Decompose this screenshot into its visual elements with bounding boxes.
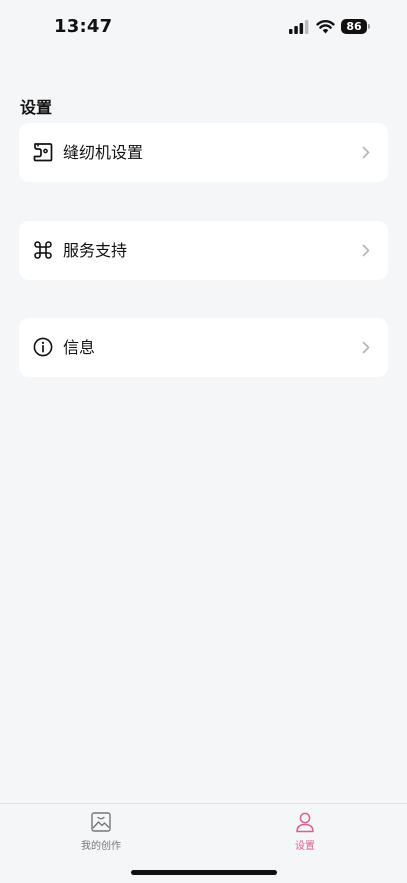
menu-item-label: 缝纫机设置 xyxy=(63,143,144,162)
wifi-icon xyxy=(316,20,335,34)
battery-tip xyxy=(368,24,370,29)
status-time: 13:47 xyxy=(54,16,113,37)
menu-item-label: 服务支持 xyxy=(63,241,128,260)
chevron-right-icon xyxy=(362,244,370,257)
section-title: 设置 xyxy=(20,98,53,117)
tab-label: 我的创作 xyxy=(81,841,121,852)
chevron-right-icon xyxy=(362,341,370,354)
battery-indicator: 86 xyxy=(341,19,371,34)
command-clover-icon xyxy=(34,241,52,259)
info-circle-icon xyxy=(33,337,53,357)
picture-frame-icon xyxy=(91,812,111,832)
home-indicator xyxy=(131,870,277,875)
battery-level: 86 xyxy=(341,19,367,34)
service-support-item[interactable]: 服务支持 xyxy=(19,221,388,280)
person-icon xyxy=(296,812,314,833)
menu-item-label: 信息 xyxy=(63,338,96,357)
tab-my-creations[interactable]: 我的创作 xyxy=(51,811,151,852)
sewing-machine-settings-item[interactable]: 缝纫机设置 xyxy=(19,123,388,182)
cellular-signal-icon xyxy=(289,20,309,34)
status-bar: 13:47 86 xyxy=(0,0,407,56)
info-item[interactable]: 信息 xyxy=(19,318,388,377)
tab-label: 设置 xyxy=(295,841,315,852)
tab-settings[interactable]: 设置 xyxy=(255,811,355,852)
sewing-machine-icon xyxy=(33,143,53,162)
chevron-right-icon xyxy=(362,146,370,159)
settings-screen: 13:47 86 设置 缝纫机设置 服务支持 信息 我的创作 设置 xyxy=(0,0,407,883)
